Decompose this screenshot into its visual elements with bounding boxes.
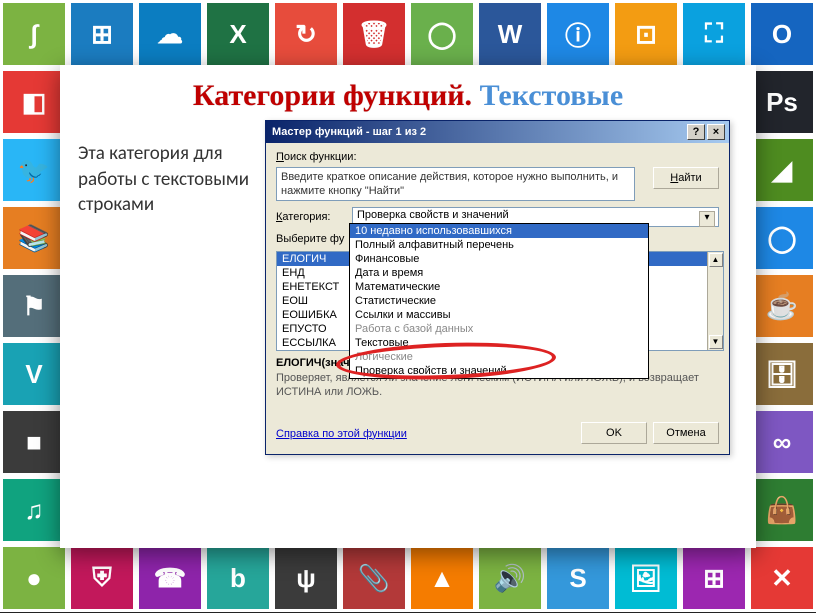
- close-x-tile: ✕: [748, 544, 816, 612]
- slide-title: Категории функций. Текстовые: [60, 79, 756, 113]
- share-arrow-tile: ↻: [272, 0, 340, 68]
- vimeo-tile: V: [0, 340, 68, 408]
- dropdown-option[interactable]: Работа с базой данных: [350, 322, 648, 336]
- category-label: Категория:: [276, 211, 346, 223]
- xbox-tile: ◯: [408, 0, 476, 68]
- bing-tile: b: [204, 544, 272, 612]
- titlebar-close-button[interactable]: ×: [707, 124, 725, 140]
- dialog-title: Мастер функций - шаг 1 из 2: [272, 121, 426, 143]
- slide-container: Категории функций. Текстовые Эта категор…: [60, 65, 756, 548]
- deviantart-tile: ◢: [748, 136, 816, 204]
- windows-store-tile: ⊞: [680, 544, 748, 612]
- excel-tile: X: [204, 0, 272, 68]
- dropdown-option[interactable]: Текстовые: [350, 336, 648, 350]
- dropdown-option[interactable]: Статистические: [350, 294, 648, 308]
- twitter-tile: 🐦: [0, 136, 68, 204]
- title-red-part: Категории функций.: [193, 79, 472, 112]
- audio-tile: 🔊: [476, 544, 544, 612]
- dropdown-option[interactable]: Финансовые: [350, 252, 648, 266]
- find-button[interactable]: Найти: [653, 167, 719, 189]
- windows-logo-tile: ⊞: [68, 0, 136, 68]
- scroll-up-icon[interactable]: ▲: [709, 253, 723, 267]
- function-wizard-dialog: Мастер функций - шаг 1 из 2 ? × Поиск фу…: [265, 120, 730, 455]
- usb-tile: ψ: [272, 544, 340, 612]
- search-label: Поиск функции:: [276, 151, 719, 163]
- dropdown-option[interactable]: Полный алфавитный перечень: [350, 238, 648, 252]
- dialog-titlebar[interactable]: Мастер функций - шаг 1 из 2 ? ×: [266, 121, 729, 143]
- shield-tile: ⛨: [68, 544, 136, 612]
- titlebar-help-button[interactable]: ?: [687, 124, 705, 140]
- dropdown-option[interactable]: Логические: [350, 350, 648, 364]
- slide-body-text: Эта категория для работы с текстовыми ст…: [78, 141, 253, 218]
- picture-tile: 🖼: [612, 544, 680, 612]
- spotify-tile: ●: [0, 544, 68, 612]
- info-circle-tile: ⓘ: [544, 0, 612, 68]
- dropdown-option[interactable]: Ссылки и массивы: [350, 308, 648, 322]
- cancel-button[interactable]: Отмена: [653, 422, 719, 444]
- office-tile: ◧: [0, 68, 68, 136]
- paperclip-tile: 📎: [340, 544, 408, 612]
- skype-tile: S: [544, 544, 612, 612]
- scroll-down-icon[interactable]: ▼: [709, 335, 723, 349]
- ok-button[interactable]: OK: [581, 422, 647, 444]
- photoshop-tile: Ps: [748, 68, 816, 136]
- music-note-tile: ♫: [0, 476, 68, 544]
- scrollbar[interactable]: ▲ ▼: [707, 252, 723, 350]
- category-dropdown-list[interactable]: 10 недавно использовавшихсяПолный алфави…: [349, 223, 649, 379]
- circle-o-tile: ◯: [748, 204, 816, 272]
- word-tile: W: [476, 0, 544, 68]
- help-link[interactable]: Справка по этой функции: [276, 428, 407, 440]
- search-input[interactable]: Введите краткое описание действия, котор…: [276, 167, 635, 201]
- visual-studio-tile: ∞: [748, 408, 816, 476]
- winrar-tile: 📚: [0, 204, 68, 272]
- java-tile: ☕: [748, 272, 816, 340]
- opera-tile: O: [748, 0, 816, 68]
- google-drive-tile: ▲: [408, 544, 476, 612]
- apple-tile: ■: [0, 408, 68, 476]
- dropdown-option[interactable]: 10 недавно использовавшихся: [350, 224, 648, 238]
- phone-tile: ☎: [136, 544, 204, 612]
- title-blue-part: Текстовые: [472, 79, 623, 112]
- archive-tile: 🗄: [748, 340, 816, 408]
- flag-tile: ⚑: [0, 272, 68, 340]
- dropdown-option[interactable]: Дата и время: [350, 266, 648, 280]
- dropdown-option[interactable]: Проверка свойств и значений: [350, 364, 648, 378]
- dropdown-option[interactable]: Математические: [350, 280, 648, 294]
- dashboard-tile: ⊡: [612, 0, 680, 68]
- function-list-label: Выберите фу: [276, 233, 344, 245]
- cloud-tile: ☁: [136, 0, 204, 68]
- bag-tile: 👜: [748, 476, 816, 544]
- shop-tile: ⛶: [680, 0, 748, 68]
- swirl-tile: ∫: [0, 0, 68, 68]
- trash-tile: 🗑: [340, 0, 408, 68]
